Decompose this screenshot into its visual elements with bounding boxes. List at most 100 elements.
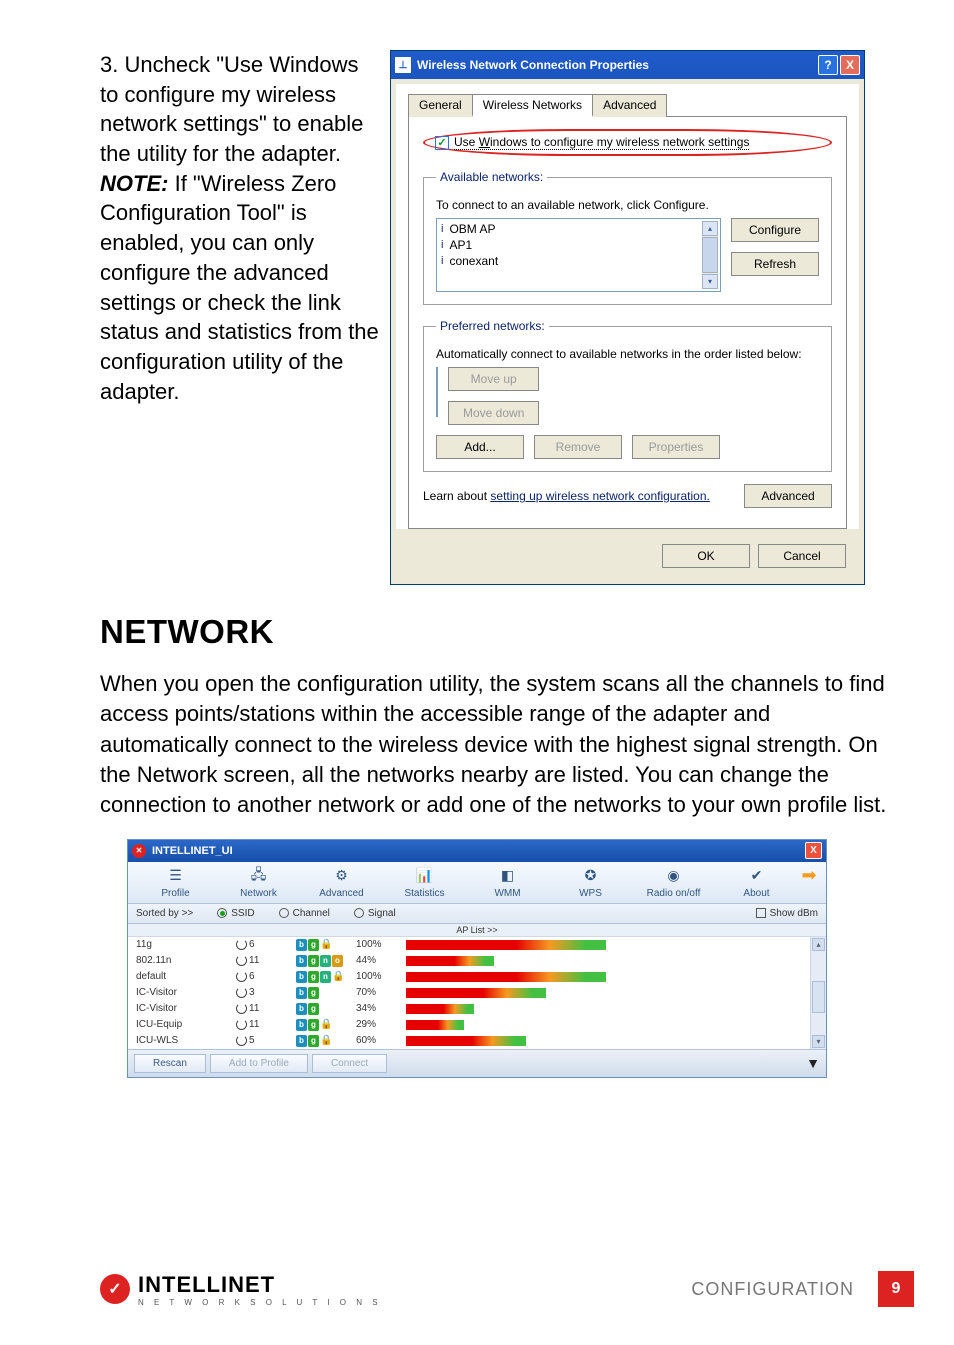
tab-advanced[interactable]: Advanced — [592, 94, 667, 117]
sort-signal[interactable]: Signal — [354, 908, 396, 919]
channel-icon — [236, 939, 247, 950]
mode-g-icon: g — [308, 971, 319, 983]
list-item[interactable]: iconexant — [439, 253, 702, 269]
encryption-cell: bgno — [296, 955, 356, 967]
instr-a: Uncheck "Use Windows to configure my wir… — [100, 52, 363, 166]
signal-percent: 29% — [356, 1019, 406, 1030]
channel-icon — [236, 1003, 247, 1014]
tool-advanced[interactable]: ⚙Advanced — [300, 866, 383, 899]
table-row[interactable]: IC-Visitor11bg34% — [128, 1001, 810, 1017]
list-item[interactable]: iOBM AP — [439, 221, 702, 237]
sort-label: Sorted by >> — [136, 908, 193, 919]
sort-channel[interactable]: Channel — [279, 908, 330, 919]
tool-about[interactable]: ✔About — [715, 866, 798, 899]
scroll-up-icon[interactable]: ▴ — [812, 938, 825, 951]
tool-wmm[interactable]: ◧WMM — [466, 866, 549, 899]
scrollbar[interactable]: ▴ ▾ — [810, 937, 826, 1049]
mode-o-icon: o — [332, 955, 343, 967]
tool-network[interactable]: 🖧Network — [217, 866, 300, 899]
note-label: NOTE: — [100, 171, 168, 196]
wmm-icon: ◧ — [497, 866, 519, 886]
move-up-button[interactable]: Move up — [448, 367, 539, 391]
section-label: CONFIGURATION — [691, 1279, 854, 1300]
iui-title-bar[interactable]: ✕ INTELLINET_UI X — [128, 840, 826, 862]
learn-link[interactable]: setting up wireless network configuratio… — [490, 489, 709, 503]
lock-icon: 🔒 — [320, 939, 332, 950]
signal-bar — [406, 988, 606, 998]
add-to-profile-button[interactable]: Add to Profile — [210, 1054, 308, 1073]
scroll-thumb[interactable] — [812, 981, 825, 1013]
scroll-up-icon[interactable]: ▴ — [702, 221, 718, 236]
scroll-down-icon[interactable]: ▾ — [702, 274, 718, 289]
mode-b-icon: b — [296, 955, 307, 967]
encryption-cell: bg🔒 — [296, 939, 356, 951]
close-button[interactable]: X — [805, 842, 822, 859]
dialog-title: Wireless Network Connection Properties — [417, 58, 818, 72]
use-windows-checkbox-row[interactable]: ✓ Use Windows to configure my wireless n… — [423, 129, 832, 156]
ssid-cell: 11g — [136, 939, 236, 950]
tool-radio[interactable]: ◉Radio on/off — [632, 866, 715, 899]
wps-icon: ✪ — [580, 866, 602, 886]
add-button[interactable]: Add... — [436, 435, 524, 459]
list-item[interactable]: iAP1 — [439, 237, 702, 253]
preferred-listbox[interactable] — [436, 367, 438, 417]
cancel-button[interactable]: Cancel — [758, 544, 846, 568]
scrollbar[interactable]: ▴ ▾ — [702, 221, 718, 289]
advanced-button[interactable]: Advanced — [744, 484, 832, 508]
channel-cell: 6 — [236, 971, 296, 982]
configure-button[interactable]: Configure — [731, 218, 819, 242]
encryption-cell: bg — [296, 1003, 356, 1015]
signal-bar — [406, 972, 606, 982]
sort-ssid[interactable]: SSID — [217, 908, 254, 919]
scroll-track[interactable] — [812, 953, 825, 1033]
ssid-cell: ICU-WLS — [136, 1035, 236, 1046]
close-button[interactable]: X — [840, 55, 860, 75]
logo-mark-icon: ✓ — [100, 1274, 130, 1304]
available-legend: Available networks: — [436, 170, 547, 184]
connect-button[interactable]: Connect — [312, 1054, 387, 1073]
tool-statistics[interactable]: 📊Statistics — [383, 866, 466, 899]
channel-cell: 6 — [236, 939, 296, 950]
ok-button[interactable]: OK — [662, 544, 750, 568]
scroll-down-icon[interactable]: ▾ — [812, 1035, 825, 1048]
about-icon: ✔ — [746, 866, 768, 886]
mode-n-icon: n — [320, 955, 331, 967]
mode-g-icon: g — [308, 1003, 319, 1015]
mode-b-icon: b — [296, 1019, 307, 1031]
channel-icon — [236, 1035, 247, 1046]
mode-g-icon: g — [308, 1035, 319, 1047]
move-down-button[interactable]: Move down — [448, 401, 539, 425]
dialog-title-bar[interactable]: ⊥ Wireless Network Connection Properties… — [391, 51, 864, 79]
remove-button[interactable]: Remove — [534, 435, 622, 459]
available-listbox[interactable]: iOBM AP iAP1 iconexant ▴ ▾ — [436, 218, 721, 292]
properties-button[interactable]: Properties — [632, 435, 720, 459]
signal-bar — [406, 1004, 606, 1014]
sort-bar: Sorted by >> SSID Channel Signal Show dB… — [128, 904, 826, 924]
tool-next[interactable]: ➡ — [798, 866, 820, 899]
tab-wireless-networks[interactable]: Wireless Networks — [472, 94, 593, 117]
network-grid: 11g6bg🔒100%802.11n11bgno44%default6bgn🔒1… — [128, 937, 826, 1049]
encryption-cell: bgn🔒 — [296, 971, 356, 983]
table-row[interactable]: default6bgn🔒100% — [128, 969, 810, 985]
mode-g-icon: g — [308, 939, 319, 951]
tool-wps[interactable]: ✪WPS — [549, 866, 632, 899]
refresh-button[interactable]: Refresh — [731, 252, 819, 276]
show-dbm[interactable]: Show dBm — [756, 908, 818, 919]
tool-profile[interactable]: ☰Profile — [134, 866, 217, 899]
table-row[interactable]: 11g6bg🔒100% — [128, 937, 810, 953]
scroll-thumb[interactable] — [702, 237, 718, 273]
rescan-button[interactable]: Rescan — [134, 1054, 206, 1073]
dropdown-icon[interactable]: ▼ — [806, 1055, 820, 1071]
antenna-icon: i — [441, 255, 443, 267]
channel-cell: 11 — [236, 1003, 296, 1014]
channel-cell: 11 — [236, 1019, 296, 1030]
ssid-cell: default — [136, 971, 236, 982]
table-row[interactable]: IC-Visitor3bg70% — [128, 985, 810, 1001]
iui-title-text: INTELLINET_UI — [152, 845, 805, 857]
channel-icon — [236, 971, 247, 982]
table-row[interactable]: ICU-Equip11bg🔒29% — [128, 1017, 810, 1033]
tab-general[interactable]: General — [408, 94, 473, 117]
table-row[interactable]: 802.11n11bgno44% — [128, 953, 810, 969]
table-row[interactable]: ICU-WLS5bg🔒60% — [128, 1033, 810, 1049]
help-button[interactable]: ? — [818, 55, 838, 75]
